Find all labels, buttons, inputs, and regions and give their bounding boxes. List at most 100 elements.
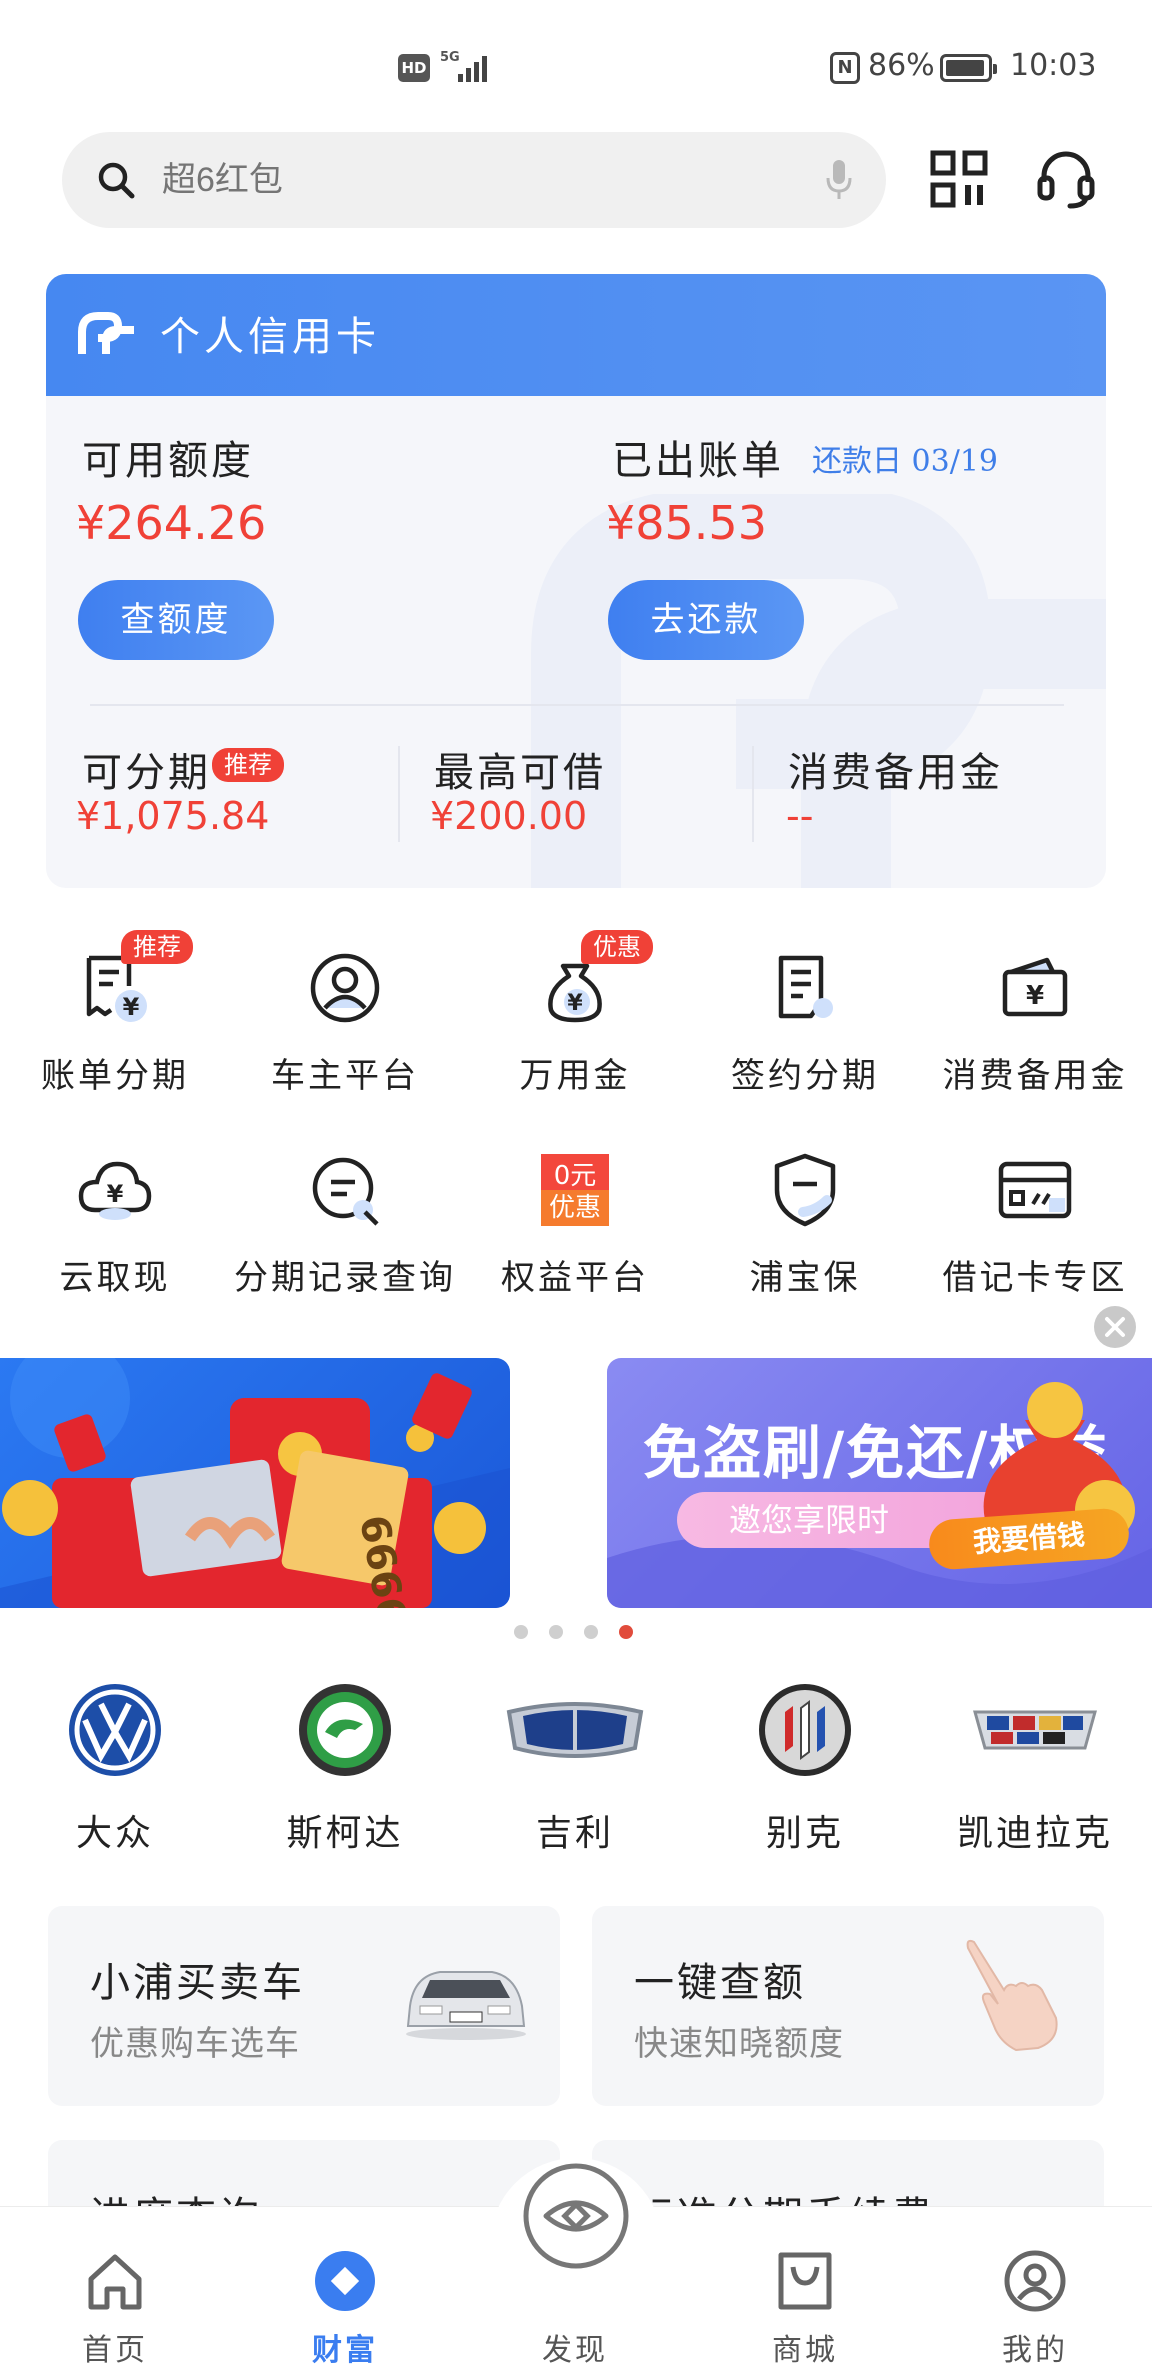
search-input[interactable] <box>162 132 762 228</box>
debit-card-icon <box>998 1161 1072 1219</box>
shopping-bag-icon <box>778 2252 832 2310</box>
service-bill-installment[interactable]: ¥ 推荐 账单分期 <box>0 930 230 1097</box>
carousel-dot[interactable] <box>584 1625 598 1639</box>
recommend-badge: 推荐 <box>212 748 284 782</box>
svg-text:¥: ¥ <box>107 1180 124 1208</box>
service-universal-cash[interactable]: ¥ 优惠 万用金 <box>460 930 690 1097</box>
brand-geely[interactable]: 吉利 <box>460 1682 690 1856</box>
cadillac-logo-icon <box>973 1710 1097 1750</box>
tab-wealth[interactable]: 财富 <box>230 2207 460 2376</box>
nfc-icon: N <box>830 52 860 84</box>
max-borrow-label[interactable]: 最高可借 <box>434 740 606 798</box>
due-date: 还款日 03/19 <box>812 444 998 479</box>
service-label: 签约分期 <box>731 1056 879 1096</box>
carousel-dot[interactable] <box>514 1625 528 1639</box>
brand-cadillac[interactable]: 凯迪拉克 <box>920 1682 1150 1856</box>
customer-service-icon[interactable] <box>1036 148 1096 210</box>
carousel-dot[interactable] <box>549 1625 563 1639</box>
tab-label: 财富 <box>312 2333 378 2368</box>
brand-buick[interactable]: 别克 <box>690 1682 920 1856</box>
carousel-dot-active[interactable] <box>619 1625 633 1639</box>
banner-borrow-money[interactable]: 免盗刷/免还/权益 邀您享限时 我要借钱 <box>607 1358 1152 1608</box>
clock: 10:03 <box>1010 48 1097 83</box>
service-label: 云取现 <box>59 1258 171 1298</box>
tab-profile[interactable]: 我的 <box>920 2207 1150 2376</box>
hd-indicator: HD <box>398 54 430 82</box>
discount-badge: 优惠 <box>581 930 653 964</box>
promo-title: 小浦买卖车 <box>90 1960 305 2006</box>
svg-text:¥: ¥ <box>1026 981 1044 1011</box>
tab-mall[interactable]: 商城 <box>690 2207 920 2376</box>
divider <box>398 746 400 842</box>
available-limit-label: 可用额度 <box>82 438 254 484</box>
wallet-icon: ¥ <box>1002 957 1068 1017</box>
battery-percent: 86% <box>868 48 935 83</box>
svg-text:¥: ¥ <box>567 991 583 1016</box>
check-limit-button[interactable]: 查额度 <box>78 580 274 660</box>
tab-label: 商城 <box>772 2333 838 2368</box>
promo-subtitle: 优惠购车选车 <box>90 2024 300 2064</box>
installment-label[interactable]: 可分期 <box>82 740 211 798</box>
bank-logo-icon <box>78 312 134 354</box>
reserve-fund-amount: -- <box>786 794 814 838</box>
brand-label: 大众 <box>75 1813 154 1854</box>
coupon-badge-line1: 0元 <box>554 1161 597 1191</box>
brand-label: 别克 <box>765 1813 844 1854</box>
divider <box>752 746 754 842</box>
coupon-badge-line2: 优惠 <box>549 1193 601 1223</box>
brand-label: 吉利 <box>535 1813 614 1854</box>
service-pubaobao[interactable]: 浦宝保 <box>690 1152 920 1299</box>
promo-title: 一键查额 <box>634 1960 806 2006</box>
service-label: 车主平台 <box>271 1056 419 1096</box>
tab-label: 首页 <box>82 2333 148 2368</box>
banner-red-packet[interactable]: 6666 <box>0 1358 510 1608</box>
brand-skoda[interactable]: 斯柯达 <box>230 1682 460 1856</box>
service-contract-installment[interactable]: 签约分期 <box>690 950 920 1097</box>
tab-label: 发现 <box>542 2333 608 2368</box>
search-bar[interactable] <box>62 132 886 228</box>
buick-logo-icon <box>759 1684 851 1776</box>
service-debit-card-zone[interactable]: 借记卡专区 <box>920 1152 1150 1299</box>
service-label: 万用金 <box>519 1056 631 1096</box>
shield-icon <box>774 1153 836 1227</box>
reserve-fund-label[interactable]: 消费备用金 <box>788 740 1003 798</box>
car-owner-icon <box>310 953 380 1023</box>
status-bar: HD 5G N 86% 10:03 <box>0 0 1152 130</box>
billed-amount: ¥85.53 <box>606 496 767 550</box>
service-car-owner[interactable]: 车主平台 <box>230 950 460 1097</box>
card-header[interactable]: 个人信用卡 <box>46 274 1106 396</box>
max-borrow-amount: ¥200.00 <box>430 794 588 838</box>
tab-label: 我的 <box>1002 2333 1068 2368</box>
promo-subtitle: 快速知晓额度 <box>634 2024 844 2064</box>
red-packet-illustration-icon: 6666 <box>0 1358 510 1608</box>
search-icon <box>98 162 135 199</box>
geely-logo-icon <box>506 1702 644 1758</box>
svg-text:¥: ¥ <box>123 993 140 1021</box>
close-icon <box>1105 1317 1125 1337</box>
brand-label: 凯迪拉克 <box>956 1813 1113 1854</box>
wealth-icon <box>315 2251 375 2311</box>
qr-scan-icon[interactable] <box>930 150 988 208</box>
service-label: 权益平台 <box>501 1258 649 1298</box>
promo-buy-sell-car[interactable]: 小浦买卖车 优惠购车选车 <box>48 1906 560 2106</box>
volkswagen-logo-icon <box>69 1684 161 1776</box>
promo-check-limit[interactable]: 一键查额 快速知晓额度 <box>592 1906 1104 2106</box>
tab-home[interactable]: 首页 <box>0 2207 230 2376</box>
cloud-cash-icon: ¥ <box>78 1161 152 1220</box>
recommend-badge: 推荐 <box>121 930 193 964</box>
microphone-icon[interactable] <box>824 158 854 202</box>
service-cloud-cash[interactable]: ¥ 云取现 <box>0 1152 230 1299</box>
service-consumer-reserve[interactable]: ¥ 消费备用金 <box>920 950 1150 1097</box>
divider <box>90 704 1064 706</box>
service-label: 浦宝保 <box>749 1258 861 1298</box>
carousel-indicator <box>514 1624 654 1644</box>
billed-label: 已出账单 <box>612 438 784 484</box>
brand-volkswagen[interactable]: 大众 <box>0 1682 230 1856</box>
repay-button[interactable]: 去还款 <box>608 580 804 660</box>
installment-amount: ¥1,075.84 <box>76 794 270 838</box>
profile-icon <box>1004 2250 1066 2312</box>
service-benefits-platform[interactable]: 0元 优惠 权益平台 <box>460 1152 690 1299</box>
service-installment-records[interactable]: 分期记录查询 <box>230 1152 460 1299</box>
discover-eye-icon[interactable] <box>520 2160 632 2272</box>
banner-close-button[interactable] <box>1094 1306 1136 1348</box>
